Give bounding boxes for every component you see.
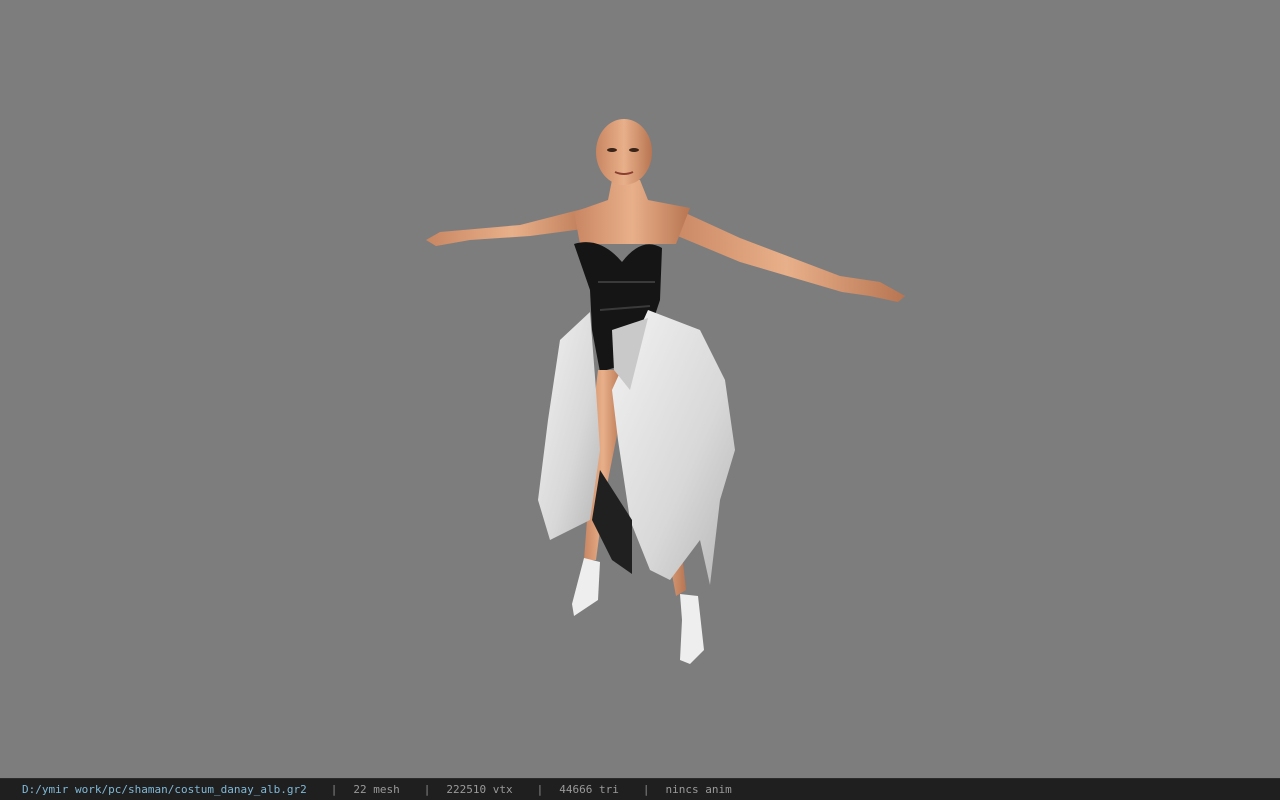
mesh-count: 22 mesh <box>353 783 400 796</box>
separator: | <box>423 783 431 796</box>
3d-viewport[interactable] <box>0 0 1280 778</box>
file-path: D:/ymir work/pc/shaman/costum_danay_alb.… <box>22 783 307 796</box>
right-boot <box>680 594 704 664</box>
character-model <box>426 119 905 664</box>
triangle-count: 44666 tri <box>559 783 619 796</box>
animation-status: nincs anim <box>665 783 732 796</box>
separator: | <box>330 783 338 796</box>
torso-skin <box>574 180 690 244</box>
vertex-count: 222510 vtx <box>446 783 513 796</box>
status-bar: D:/ymir work/pc/shaman/costum_danay_alb.… <box>0 778 1280 800</box>
head <box>596 119 652 185</box>
separator: | <box>536 783 544 796</box>
skirt-left-panel <box>538 312 600 540</box>
separator: | <box>642 783 650 796</box>
right-arm <box>668 205 905 302</box>
left-arm <box>426 205 598 246</box>
left-boot <box>572 558 600 616</box>
